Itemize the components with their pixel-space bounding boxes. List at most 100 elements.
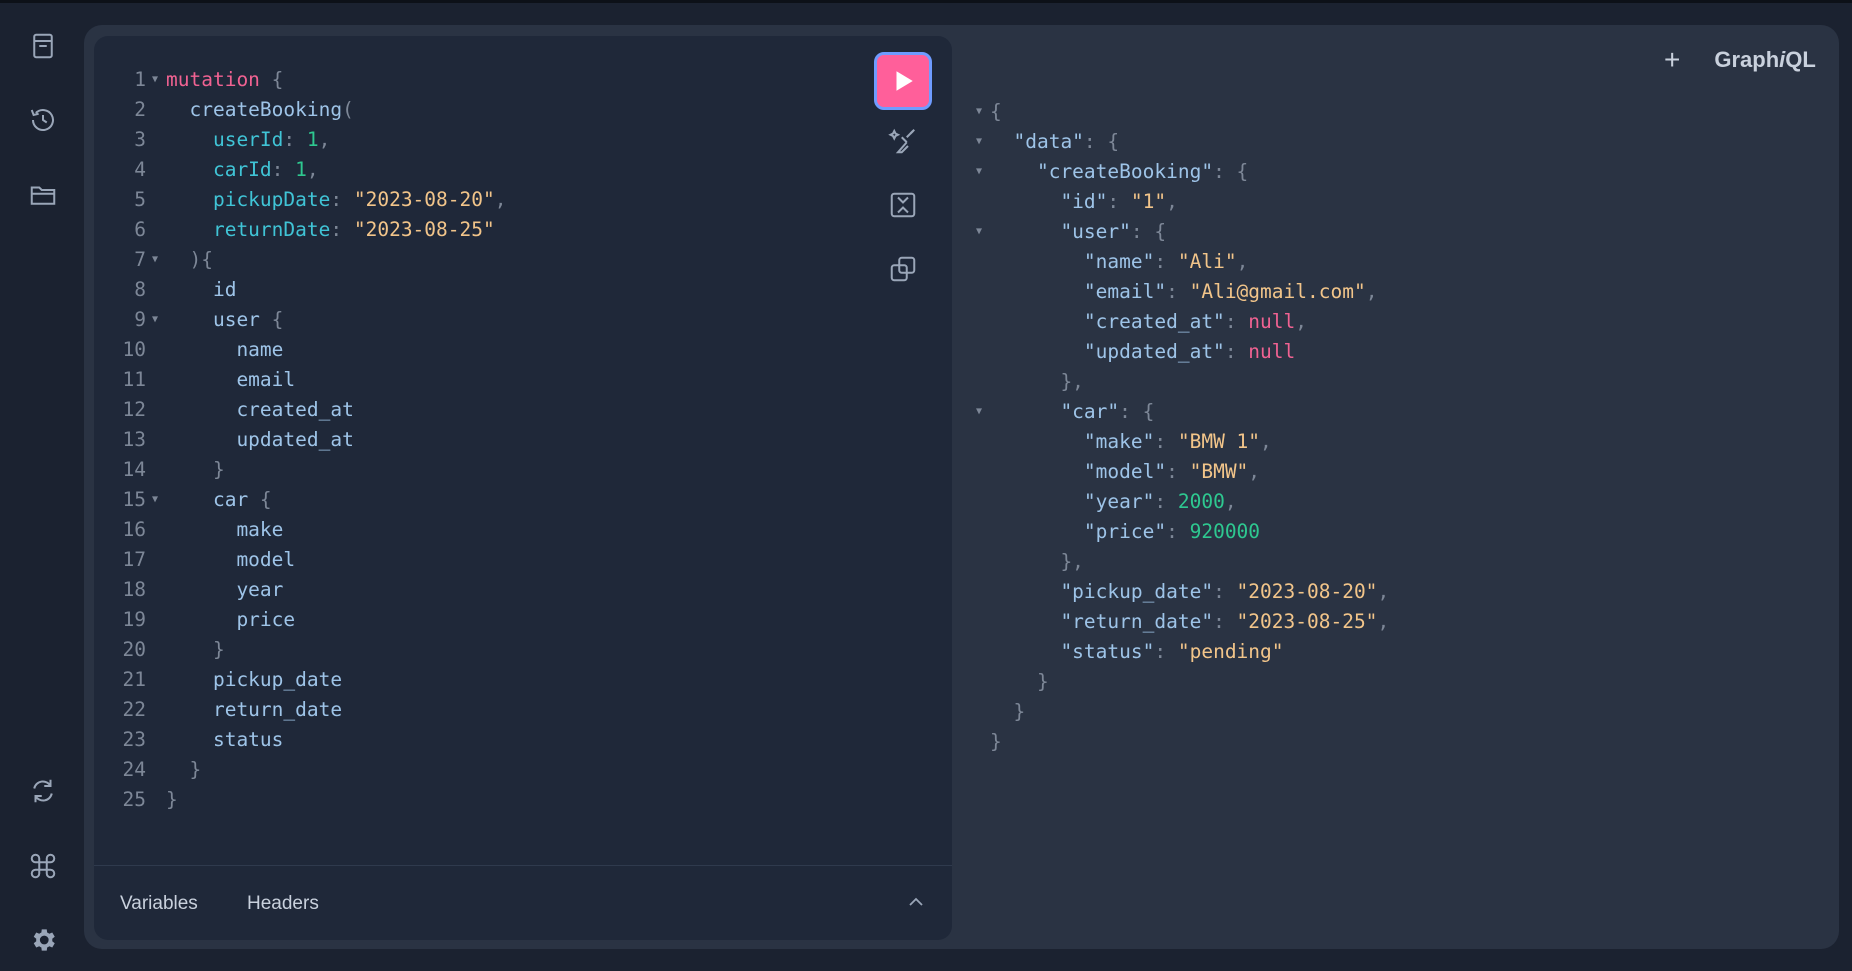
code-line[interactable]: 8 id (94, 274, 944, 304)
code-line[interactable]: 17 model (94, 544, 944, 574)
code-line[interactable]: 5 pickupDate: "2023-08-20", (94, 184, 944, 214)
settings-icon[interactable] (22, 919, 64, 961)
code-token: id (166, 277, 237, 301)
result-line: "price": 920000 (968, 516, 1828, 546)
result-token: "pickup_date" (990, 579, 1214, 603)
code-line[interactable]: 21 pickup_date (94, 664, 944, 694)
add-tab-button[interactable]: + (1664, 44, 1680, 76)
code-line[interactable]: 7 ▼ ){ (94, 244, 944, 274)
merge-fragments-icon[interactable] (886, 188, 920, 222)
code-line[interactable]: 13 updated_at (94, 424, 944, 454)
code-token: : (330, 217, 354, 241)
fold-arrow-icon[interactable]: ▼ (968, 166, 990, 177)
code-text: model (164, 548, 295, 571)
code-line[interactable]: 10 name (94, 334, 944, 364)
line-number: 6 (134, 217, 146, 241)
code-text: return_date (164, 698, 342, 721)
result-token: , (1377, 579, 1390, 603)
code-line[interactable]: 20 } (94, 634, 944, 664)
code-line[interactable]: 9 ▼ user { (94, 304, 944, 334)
code-token: : (283, 127, 307, 151)
code-line[interactable]: 22 return_date (94, 694, 944, 724)
code-token: : (330, 187, 354, 211)
code-line[interactable]: 18 year (94, 574, 944, 604)
fold-arrow-icon[interactable]: ▼ (146, 314, 164, 325)
code-token: name (166, 337, 284, 361)
code-line[interactable]: 4 carId: 1, (94, 154, 944, 184)
code-token: created_at (166, 397, 354, 421)
query-code[interactable]: 1 ▼ mutation {2 createBooking(3 userId: 1,… (94, 64, 944, 814)
fold-arrow-icon[interactable]: ▼ (146, 254, 164, 265)
code-line[interactable]: 11 email (94, 364, 944, 394)
code-line[interactable]: 14 } (94, 454, 944, 484)
query-editor[interactable]: 1 ▼ mutation {2 createBooking(3 userId: 1,… (94, 36, 952, 940)
fold-arrow-icon[interactable]: ▼ (968, 406, 990, 417)
code-line[interactable]: 2 createBooking( (94, 94, 944, 124)
result-line: "id": "1", (968, 186, 1828, 216)
code-text: price (164, 608, 295, 631)
result-text: "status": "pending" (990, 639, 1283, 663)
result-token: }, (990, 369, 1084, 393)
result-token: , (1260, 429, 1272, 453)
history-icon[interactable] (22, 99, 64, 141)
code-line[interactable]: 12 created_at (94, 394, 944, 424)
copy-query-icon[interactable] (886, 252, 920, 286)
result-token: { (990, 99, 1002, 123)
result-token: : (1154, 429, 1178, 453)
fold-arrow-icon[interactable]: ▼ (968, 106, 990, 117)
result-text: "make": "BMW 1", (990, 430, 1272, 453)
code-token: car (166, 487, 249, 511)
code-line[interactable]: 19 price (94, 604, 944, 634)
chevron-up-icon[interactable] (904, 890, 928, 914)
prettify-icon[interactable] (886, 124, 920, 158)
result-token: "year" (990, 489, 1155, 513)
result-text: "createBooking": { (990, 160, 1248, 183)
fold-arrow-icon[interactable]: ▼ (968, 226, 990, 237)
result-token: "2023-08-20" (1236, 579, 1378, 603)
code-text: pickup_date (164, 668, 342, 691)
code-line[interactable]: 16 make (94, 514, 944, 544)
code-line[interactable]: 3 userId: 1, (94, 124, 944, 154)
line-number: 19 (122, 607, 146, 631)
result-token: : (1213, 609, 1237, 633)
result-token: "status" (990, 639, 1155, 663)
result-line: }, (968, 366, 1828, 396)
result-token: "Ali" (1177, 249, 1237, 273)
result-token: "1" (1130, 189, 1167, 213)
result-line: ▼{ (968, 96, 1828, 126)
docs-icon[interactable] (22, 25, 64, 67)
code-text: year (164, 578, 283, 601)
code-line[interactable]: 25} (94, 784, 944, 814)
result-text: } (990, 670, 1049, 693)
result-token: "Ali@gmail.com" (1189, 279, 1366, 303)
code-line[interactable]: 6 returnDate: "2023-08-25" (94, 214, 944, 244)
result-line: "model": "BMW", (968, 456, 1828, 486)
explorer-icon[interactable] (22, 174, 64, 216)
code-line[interactable]: 1 ▼ mutation { (94, 64, 944, 94)
result-text: "updated_at": null (990, 340, 1295, 363)
result-text: "user": { (990, 220, 1166, 243)
code-token: userId (166, 127, 284, 151)
tab-variables[interactable]: Variables (120, 893, 198, 915)
tab-headers[interactable]: Headers (247, 893, 319, 915)
refetch-schema-icon[interactable] (22, 770, 64, 812)
fold-arrow-icon[interactable]: ▼ (968, 136, 990, 147)
code-line[interactable]: 23 status (94, 724, 944, 754)
result-token: , (1248, 459, 1261, 483)
result-text: "id": "1", (990, 189, 1177, 213)
line-number: 17 (122, 547, 146, 571)
code-line[interactable]: 24 } (94, 754, 944, 784)
code-token: } (166, 637, 225, 661)
result-token: "created_at" (990, 309, 1225, 333)
fold-arrow-icon[interactable]: ▼ (146, 74, 164, 85)
line-number: 14 (122, 457, 146, 481)
shortcuts-icon[interactable] (22, 845, 64, 887)
code-text: make (164, 518, 283, 541)
result-token: : (1154, 249, 1178, 273)
code-line[interactable]: 15 ▼ car { (94, 484, 944, 514)
code-token: } (166, 757, 202, 781)
header-actions: + GraphiQL (1664, 44, 1816, 76)
fold-arrow-icon[interactable]: ▼ (146, 494, 164, 505)
code-token: , (494, 187, 507, 211)
run-query-button[interactable] (874, 52, 932, 110)
